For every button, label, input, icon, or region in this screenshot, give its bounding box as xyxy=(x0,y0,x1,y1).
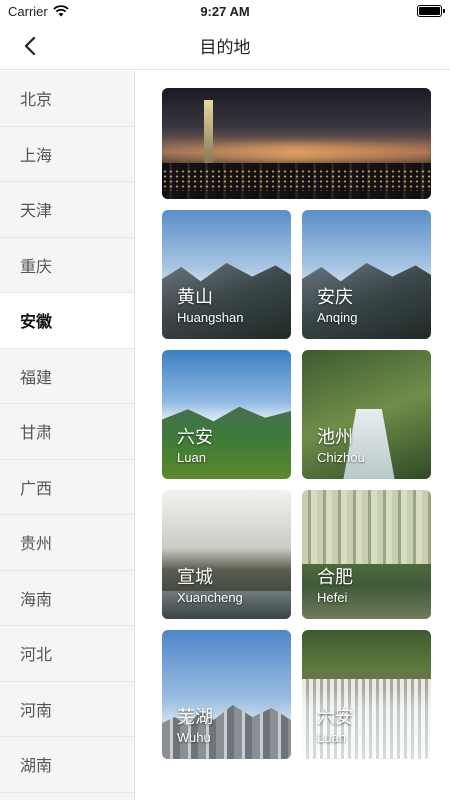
sidebar-item[interactable]: 湖南 xyxy=(0,737,134,793)
sidebar-item[interactable]: 广西 xyxy=(0,459,134,515)
city-name: 芜湖 xyxy=(177,707,213,728)
sidebar-item-active[interactable]: 安徽 xyxy=(0,293,134,349)
province-sidebar[interactable]: 北京 上海 天津 重庆 安徽 福建 甘肃 广西 贵州 海南 河北 河南 湖南 xyxy=(0,71,135,800)
city-card[interactable]: 芜湖 Wuhu xyxy=(162,630,291,759)
city-pinyin: Luan xyxy=(177,450,206,465)
city-name: 黄山 xyxy=(177,287,213,308)
city-card[interactable]: 池州 Chizhou xyxy=(302,350,431,479)
sidebar-item[interactable]: 贵州 xyxy=(0,515,134,571)
sidebar-item[interactable]: 河南 xyxy=(0,681,134,737)
city-pinyin: Chizhou xyxy=(317,450,365,465)
status-left: Carrier xyxy=(8,4,69,19)
city-grid: 黄山 Huangshan 安庆 Anqing 六安 Luan 池州 Chizhou 宣城… xyxy=(162,210,431,759)
city-name: 宣城 xyxy=(177,567,213,588)
battery-icon xyxy=(417,5,445,17)
city-name: 六安 xyxy=(177,427,213,448)
destination-content: 黄山 Huangshan 安庆 Anqing 六安 Luan 池州 Chizhou 宣城… xyxy=(136,71,450,800)
city-card[interactable]: 黄山 Huangshan xyxy=(162,210,291,339)
city-card[interactable]: 合肥 Hefei xyxy=(302,490,431,619)
sidebar-item[interactable]: 上海 xyxy=(0,126,134,182)
sidebar-item[interactable]: 北京 xyxy=(0,71,134,127)
sidebar-item[interactable]: 河北 xyxy=(0,626,134,682)
city-pinyin: Anqing xyxy=(317,310,358,325)
carrier-label: Carrier xyxy=(8,3,48,19)
city-pinyin: Hefei xyxy=(317,590,348,605)
city-name: 六安 xyxy=(317,707,353,728)
sidebar-item[interactable]: 甘肃 xyxy=(0,404,134,460)
city-name: 合肥 xyxy=(317,567,353,588)
chevron-left-icon xyxy=(24,37,36,55)
status-bar: Carrier 9:27 AM xyxy=(0,0,450,22)
city-card[interactable]: 宣城 Xuancheng xyxy=(162,490,291,619)
navigation-bar: 目的地 xyxy=(0,22,450,70)
city-pinyin: Huangshan xyxy=(177,310,244,325)
sidebar-item[interactable]: 福建 xyxy=(0,348,134,404)
city-name: 池州 xyxy=(317,427,353,448)
city-pinyin: Luan xyxy=(317,730,346,745)
city-card[interactable]: 安庆 Anqing xyxy=(302,210,431,339)
city-card[interactable]: 六安 Luan xyxy=(302,630,431,759)
sidebar-item[interactable]: 重庆 xyxy=(0,237,134,293)
sidebar-item[interactable]: 海南 xyxy=(0,570,134,626)
city-name: 安庆 xyxy=(317,287,353,308)
wifi-icon xyxy=(53,5,69,17)
city-pinyin: Wuhu xyxy=(177,730,211,745)
city-pinyin: Xuancheng xyxy=(177,590,243,605)
sidebar-item[interactable]: 天津 xyxy=(0,182,134,238)
back-button[interactable] xyxy=(16,32,44,60)
province-banner-image[interactable] xyxy=(162,88,431,199)
page-title: 目的地 xyxy=(199,38,251,58)
city-card[interactable]: 六安 Luan xyxy=(162,350,291,479)
